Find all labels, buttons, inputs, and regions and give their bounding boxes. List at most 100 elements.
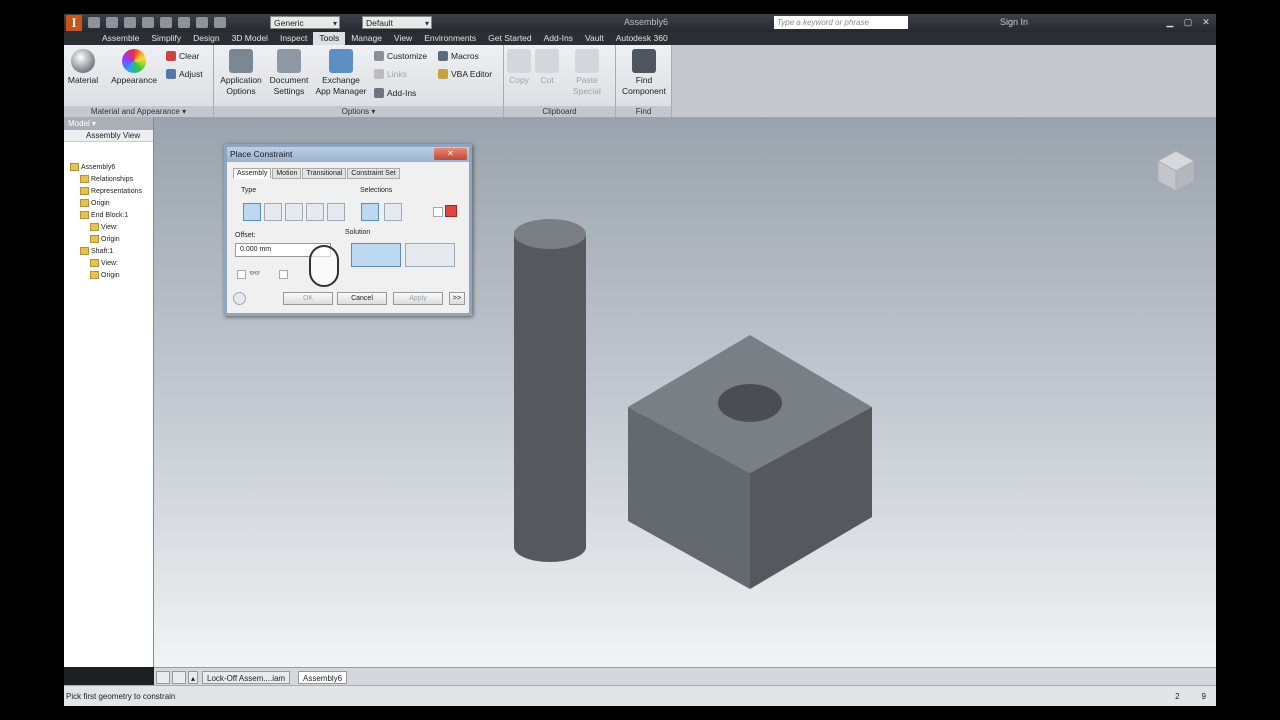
adjust-button[interactable]: Adjust [166, 69, 203, 79]
options-panel-title[interactable]: Options ▾ [214, 106, 503, 117]
tab-assemble[interactable]: Assemble [96, 32, 145, 45]
select-icon[interactable] [196, 17, 208, 28]
document-tab-lock-off[interactable]: Lock-Off Assem....iam [202, 671, 291, 684]
maximize-icon[interactable]: ▢ [1180, 16, 1196, 28]
return-icon[interactable] [178, 17, 190, 28]
dialog-tab-assembly[interactable]: Assembly [233, 168, 272, 179]
material-panel-title[interactable]: Material and Appearance ▾ [64, 106, 213, 117]
tab-autodesk-360[interactable]: Autodesk 360 [610, 32, 674, 45]
dialog-tab-motion[interactable]: Motion [272, 168, 302, 179]
pick-part-first-checkbox[interactable] [433, 207, 443, 217]
find-component-button[interactable]: Find Component [618, 49, 670, 97]
close-icon[interactable]: ✕ [1198, 16, 1214, 28]
tangent-constraint-icon[interactable] [285, 203, 303, 221]
tree-item[interactable]: Assembly6 [70, 163, 115, 171]
tab-add-ins[interactable]: Add-Ins [538, 32, 579, 45]
ok-button[interactable]: OK [283, 292, 333, 305]
dialog-title-bar[interactable]: Place Constraint ✕ [227, 147, 469, 162]
links-button[interactable]: Links [374, 69, 407, 79]
tab-vault[interactable]: Vault [579, 32, 610, 45]
tab-design[interactable]: Design [187, 32, 225, 45]
tree-item[interactable]: Relationships [80, 175, 133, 183]
tree-item[interactable]: Origin [90, 235, 120, 243]
selection-1-icon[interactable] [361, 203, 379, 221]
dialog-tabs: Assembly Motion Transitional Constraint Set [233, 168, 400, 179]
tab-3d-model[interactable]: 3D Model [226, 32, 274, 45]
document-menu-icon[interactable]: ▴ [188, 671, 198, 684]
macros-button[interactable]: Macros [438, 51, 479, 61]
tab-manage[interactable]: Manage [345, 32, 388, 45]
appearance-button[interactable]: Appearance [106, 49, 162, 86]
links-icon [374, 69, 384, 79]
vba-editor-label: VBA Editor [451, 69, 493, 79]
style-select[interactable]: Default [362, 16, 432, 30]
inventor-logo-icon[interactable]: I [66, 15, 82, 31]
document-tab-assembly6[interactable]: Assembly6 [298, 671, 348, 684]
browser-header[interactable]: Model ▾ [64, 117, 153, 130]
vba-editor-button[interactable]: VBA Editor [438, 69, 492, 79]
show-preview-checkbox[interactable] [237, 270, 246, 279]
save-icon[interactable] [124, 17, 136, 28]
tab-get-started[interactable]: Get Started [482, 32, 537, 45]
flush-solution-icon[interactable] [405, 243, 455, 267]
material-button[interactable]: Material [66, 49, 100, 86]
tree-item[interactable]: Shaft:1 [80, 247, 113, 255]
tree-item-label: Representations [91, 187, 142, 195]
tab-inspect[interactable]: Inspect [274, 32, 313, 45]
add-ins-button[interactable]: Add-Ins [374, 88, 416, 98]
tab-tools[interactable]: Tools [313, 32, 346, 45]
update-icon[interactable] [214, 17, 226, 28]
dialog-tab-transitional[interactable]: Transitional [302, 168, 347, 179]
tab-simplify[interactable]: Simplify [145, 32, 187, 45]
browser-view-selector[interactable]: Assembly View [64, 130, 153, 142]
document-title: Assembly6 [624, 17, 669, 27]
copy-button[interactable]: Copy [506, 49, 532, 86]
exchange-label-1: Exchange [322, 75, 360, 85]
search-input[interactable]: Type a keyword or phrase [774, 16, 908, 29]
paste-special-button[interactable]: Paste Special [570, 49, 604, 97]
tree-item[interactable]: End Block:1 [80, 211, 128, 219]
document-settings-button[interactable]: Document Settings [266, 49, 312, 97]
minimize-icon[interactable]: ▁ [1162, 16, 1178, 28]
clear-button[interactable]: Clear [166, 51, 199, 61]
appearance-select[interactable]: Generic [270, 16, 340, 30]
dialog-tab-constraint-set[interactable]: Constraint Set [347, 168, 400, 179]
pick-part-first-icon[interactable] [445, 205, 457, 217]
apply-button[interactable]: Apply [393, 292, 443, 305]
tab-environments[interactable]: Environments [418, 32, 482, 45]
open-icon[interactable] [106, 17, 118, 28]
angle-constraint-icon[interactable] [264, 203, 282, 221]
ribbon: Material Appearance Clear Adjust Materia… [64, 45, 1216, 117]
cancel-button[interactable]: Cancel [337, 292, 387, 305]
more-button[interactable]: >> [449, 292, 465, 305]
cut-button[interactable]: Cut [534, 49, 560, 86]
title-bar: I Generic Default Assembly6 Type a keywo… [64, 14, 1216, 32]
tree-item[interactable]: Origin [90, 271, 120, 279]
redo-icon[interactable] [160, 17, 172, 28]
tab-view[interactable]: View [388, 32, 418, 45]
new-icon[interactable] [88, 17, 100, 28]
predict-offset-checkbox[interactable] [279, 270, 288, 279]
undo-icon[interactable] [142, 17, 154, 28]
shaft-part[interactable] [514, 219, 586, 562]
tree-item[interactable]: View: [90, 223, 118, 231]
insert-constraint-icon[interactable] [306, 203, 324, 221]
symmetry-constraint-icon[interactable] [327, 203, 345, 221]
tree-item-label: Origin [101, 271, 120, 279]
end-block-part[interactable] [628, 335, 872, 589]
tree-item[interactable]: View: [90, 259, 118, 267]
dialog-close-icon[interactable]: ✕ [434, 148, 467, 160]
help-icon[interactable] [233, 292, 246, 305]
mate-solution-icon[interactable] [351, 243, 401, 267]
mate-constraint-icon[interactable] [243, 203, 261, 221]
exchange-app-manager-button[interactable]: Exchange App Manager [312, 49, 370, 97]
selection-2-icon[interactable] [384, 203, 402, 221]
tile-icon[interactable] [156, 671, 170, 684]
tree-item[interactable]: Origin [80, 199, 110, 207]
application-options-button[interactable]: Application Options [216, 49, 266, 97]
customize-button[interactable]: Customize [374, 51, 427, 61]
viewcube-icon[interactable] [1154, 147, 1198, 195]
cascade-icon[interactable] [172, 671, 186, 684]
tree-item[interactable]: Representations [80, 187, 142, 195]
sign-in-link[interactable]: Sign In [1000, 17, 1028, 27]
